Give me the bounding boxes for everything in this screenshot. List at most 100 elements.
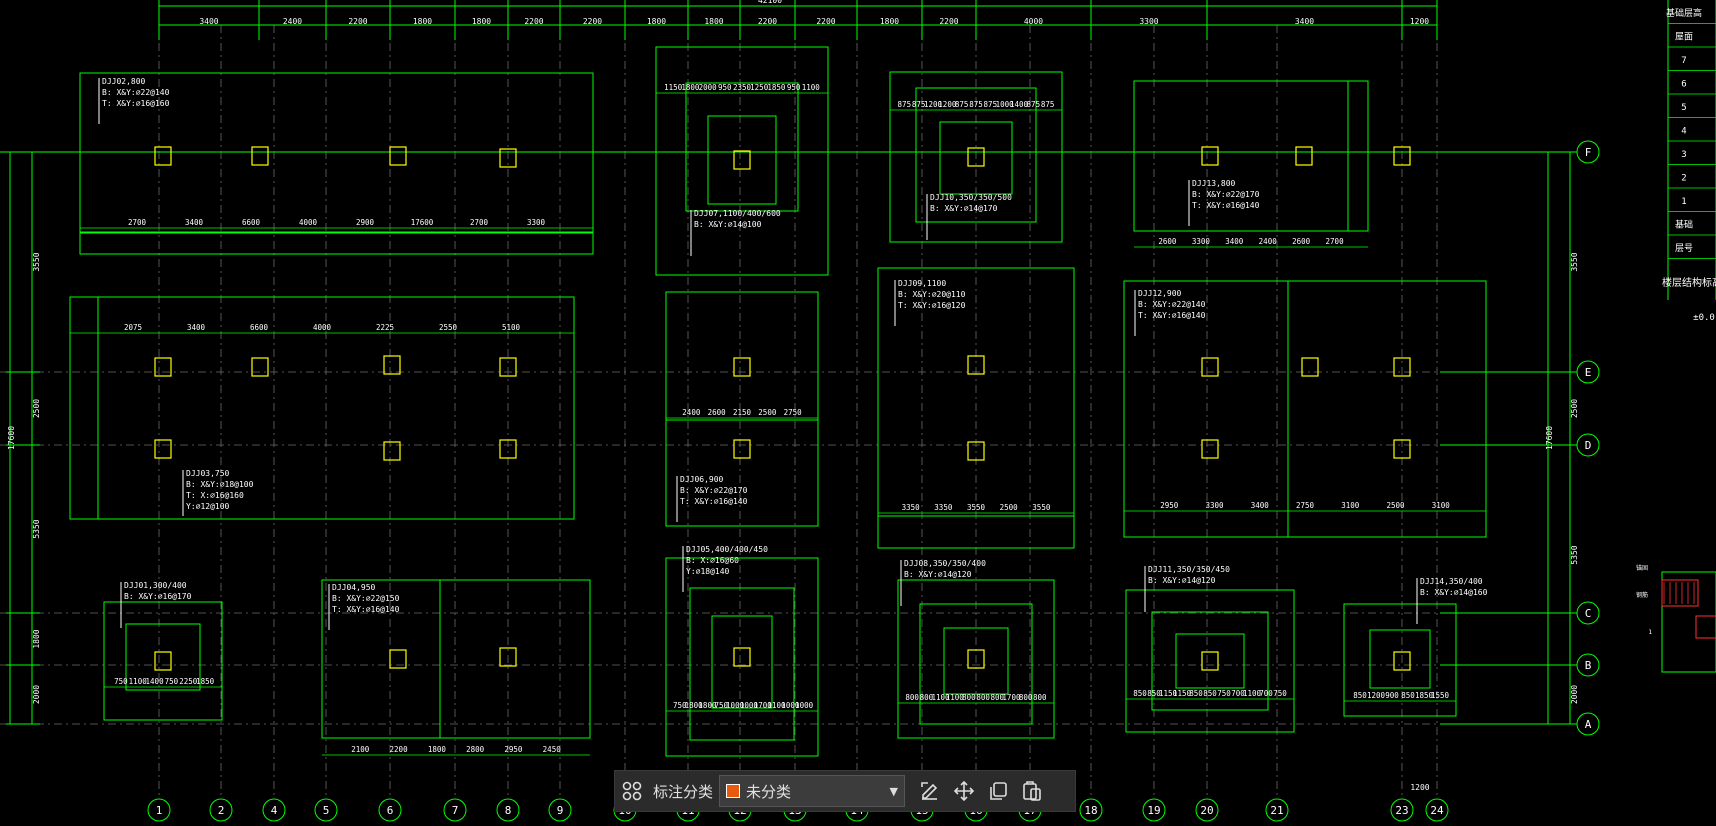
foundation-rebar-text: B: X&Y:⌀22@170: [1192, 190, 1260, 199]
top-dimension-text: 1200: [1410, 17, 1429, 26]
move-icon[interactable]: [947, 774, 981, 808]
paste-icon[interactable]: [1015, 774, 1049, 808]
foundation-dimension-text: 875: [955, 100, 969, 109]
table-cell-text: 4: [1681, 127, 1686, 137]
foundation-step-outline: [321, 579, 441, 739]
table-cell-text: 6: [1681, 80, 1686, 90]
top-dimension-text: 4000: [1024, 17, 1043, 26]
column-section: [154, 651, 172, 671]
foundation-dimension-text: 3400: [1225, 237, 1244, 246]
cad-drawing-canvas[interactable]: 3400 2400 2200 1800 1800 2200 2200 1800 1800 2200…: [0, 0, 1716, 826]
foundation-dimension-text: 875: [898, 100, 912, 109]
foundation-rebar-text: T: X&Y:⌀16@160: [102, 99, 170, 108]
foundation-dimension-text: 700: [1259, 689, 1273, 698]
foundation-step-outline: [707, 115, 777, 205]
foundation-dimension-text: 1400: [146, 677, 165, 686]
foundation-dimension-text: 800: [976, 693, 990, 702]
foundation-dimension-text: 2750: [784, 408, 803, 417]
foundation-rebar-text: B: X&Y:⌀14@120: [904, 570, 972, 579]
foundation-dimension-text: 1100: [129, 677, 148, 686]
grid-apps-icon[interactable]: [615, 774, 649, 808]
foundation-dimension-text: 3300: [1205, 501, 1224, 510]
foundation-dimension-text: 2950: [504, 745, 523, 754]
foundation-dimension-text: 3400: [1251, 501, 1270, 510]
detail-label: 钢筋: [1636, 591, 1648, 599]
foundation-dimension-text: 2600: [1292, 237, 1311, 246]
foundation-dimension-text: 750: [1273, 689, 1287, 698]
foundation-name: DJJ06,900: [680, 475, 724, 484]
foundation-dimension-text: 1850: [196, 677, 215, 686]
column-section: [733, 150, 751, 170]
column-axis-label: 2: [218, 804, 225, 817]
column-section: [1201, 651, 1219, 671]
foundation-dimension-text: 1550: [1431, 691, 1450, 700]
foundation-dimension-text: 2600: [708, 408, 727, 417]
foundation-dimension-text: 17600: [411, 218, 434, 227]
foundation-dimension-text: 1850: [767, 83, 786, 92]
foundation-rebar-text: B: X:⌀16@60: [686, 556, 739, 565]
foundation-dimension-text: 2250: [179, 677, 198, 686]
left-dimension-text: 2500: [32, 399, 41, 418]
column-section: [733, 647, 751, 667]
foundation-dimension-text: 2600: [1158, 237, 1177, 246]
column-axis-label: 18: [1084, 804, 1097, 817]
foundation-rebar-text: T: X&Y:⌀16@140: [1138, 311, 1206, 320]
column-axis-label: 9: [557, 804, 564, 817]
foundation-name: DJJ14,350/400: [1420, 577, 1483, 586]
category-color-swatch: [726, 784, 741, 798]
foundation-rebar-text: B: X&Y:⌀22@140: [1138, 300, 1206, 309]
table-cell-text: 1: [1681, 197, 1686, 207]
foundation-dimension-text: 4000: [299, 218, 318, 227]
table-cell-text: 层号: [1675, 243, 1693, 254]
foundation-step-outline: [711, 615, 773, 709]
foundation-djj01: DJJ01,300/400B: X&Y:⌀16@170750 11001400 75…: [103, 581, 223, 721]
foundation-dimension-text: 2800: [466, 745, 485, 754]
column-axis-label: 5: [323, 804, 330, 817]
foundation-rebar-text: B: X&Y:⌀14@120: [1148, 576, 1216, 585]
foundation-djj06: DJJ06,900 B: X&Y:⌀22@170 T: X&Y:⌀16@140 240…: [665, 291, 819, 527]
column-section: [733, 439, 751, 459]
copy-icon[interactable]: [981, 774, 1015, 808]
foundation-dimension-text: 1800: [428, 745, 447, 754]
foundation-dimension-text: 1150: [664, 83, 683, 92]
foundation-name: DJJ08,350/350/400: [904, 559, 986, 568]
foundation-dimension-text: 2450: [543, 745, 562, 754]
foundation-step-outline: [685, 82, 799, 212]
foundation-rebar-text: B: X&Y:⌀14@170: [930, 204, 998, 213]
foundation-dimension-text: 3100: [1341, 501, 1360, 510]
foundation-rebar-text: B: X&Y:⌀14@160: [1420, 588, 1488, 597]
column-axis-label: 23: [1395, 804, 1408, 817]
foundation-dimension-text: 800: [905, 693, 919, 702]
rebar-detail-snippet: 锚固钢筋 1: [1636, 564, 1716, 673]
foundation-dimension-text: 3100: [1432, 501, 1451, 510]
top-dimension-text: 1800: [647, 17, 666, 26]
foundation-dimension-text: 6600: [250, 323, 269, 332]
top-dimension-text: 2200: [758, 17, 777, 26]
foundation-dimension-text: 850: [1203, 689, 1217, 698]
edit-icon[interactable]: [913, 774, 947, 808]
foundation-name: DJJ09,1100: [898, 279, 946, 288]
foundation-dimension-text: 875: [969, 100, 983, 109]
foundation-rebar-text: B: X&Y:⌀20@110: [898, 290, 966, 299]
column-section: [1201, 357, 1219, 377]
category-dropdown[interactable]: 未分类 ▼: [719, 775, 906, 807]
row-axis-label: F: [1585, 146, 1592, 159]
foundation-dimension-text: 800: [1033, 693, 1047, 702]
foundation-djj11: DJJ11,350/350/450B: X&Y:⌀14@120850 850115…: [1125, 565, 1295, 733]
foundation-dimension-text: 1100: [802, 83, 821, 92]
left-dimension-text: 2000: [32, 685, 41, 704]
foundation-rebar-text: T: X&Y:⌀16@140: [1192, 201, 1260, 210]
foundation-outline: [1125, 589, 1295, 733]
foundation-rebar-text: B: X&Y:⌀22@170: [680, 486, 748, 495]
foundation-dimension-text: 875: [1027, 100, 1041, 109]
foundation-name: DJJ13,800: [1192, 179, 1236, 188]
foundation-djj03: DJJ03,750 B: X&Y:⌀18@100 T: X:⌀16@160 Y:⌀12…: [69, 296, 575, 520]
foundation-dimension-text: 6600: [242, 218, 261, 227]
table-cell-text: 基础: [1675, 219, 1693, 231]
top-overall-dimension-text: 42100: [758, 0, 782, 5]
column-section: [251, 357, 269, 377]
foundation-step-outline: [79, 231, 594, 255]
foundation-dimension-text: 1250: [750, 83, 769, 92]
top-dimension-text: 2200: [524, 17, 543, 26]
column-axis-label: 1: [156, 804, 163, 817]
